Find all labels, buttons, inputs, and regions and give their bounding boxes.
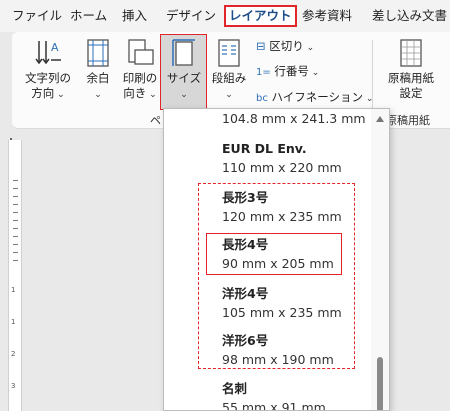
ruler-tick bbox=[13, 196, 18, 197]
manuscript-label-1: 原稿用紙 bbox=[388, 71, 434, 85]
size-option-dimensions: 105 mm x 235 mm bbox=[222, 305, 342, 320]
text-direction-label-2: 方向 bbox=[31, 86, 55, 100]
text-direction-button[interactable]: A 文字列の 方向 ⌄ bbox=[22, 38, 74, 103]
line-numbers-label: 行番号 bbox=[274, 64, 309, 78]
size-button-content[interactable]: サイズ ⌄ bbox=[161, 38, 207, 103]
text-direction-label-1: 文字列の bbox=[25, 71, 71, 85]
manuscript-label-2: 設定 bbox=[399, 86, 423, 100]
size-option-name: EUR DL Env. bbox=[222, 141, 307, 156]
orientation-button[interactable]: 印刷の 向き ⌄ bbox=[120, 38, 160, 103]
ruler-number: 1 bbox=[11, 286, 16, 294]
ruler-tick bbox=[13, 260, 18, 261]
group-label-page-setup: ペ bbox=[150, 114, 161, 127]
ruler-tick bbox=[13, 180, 18, 181]
group-label-manuscript: 原稿用紙 bbox=[386, 114, 430, 127]
size-option[interactable]: 104.8 mm x 241.3 mm bbox=[222, 109, 366, 128]
orientation-label-1: 印刷の bbox=[122, 71, 158, 85]
size-option-naga3[interactable]: 長形3号 120 mm x 235 mm bbox=[222, 188, 342, 226]
size-option-name: 長形4号 bbox=[222, 237, 269, 252]
page-size-dropdown: 104.8 mm x 241.3 mm EUR DL Env. 110 mm x… bbox=[163, 108, 390, 411]
chevron-down-icon: ⌄ bbox=[303, 43, 315, 53]
chevron-down-icon: ⌄ bbox=[94, 90, 102, 100]
margins-label: 余白 bbox=[86, 71, 110, 85]
text-direction-icon: A bbox=[35, 41, 61, 65]
hyphenation-label: ハイフネーション bbox=[271, 90, 364, 104]
hyphenation-button[interactable]: bc ハイフネーション ⌄ bbox=[256, 89, 373, 107]
size-option-name: 洋形4号 bbox=[222, 286, 269, 301]
size-option-name: 名刺 bbox=[222, 381, 248, 396]
hyphenation-icon: bc bbox=[256, 93, 268, 104]
orientation-label-2: 向き bbox=[123, 86, 147, 100]
breaks-button[interactable]: ⊟ 区切り ⌄ bbox=[256, 38, 314, 56]
ruler-tick bbox=[13, 188, 18, 189]
scrollbar-thumb[interactable] bbox=[377, 357, 383, 410]
columns-icon bbox=[218, 39, 240, 67]
size-option-dimensions: 90 mm x 205 mm bbox=[222, 256, 334, 271]
margins-button[interactable]: 余白 ⌄ bbox=[80, 38, 116, 103]
dropdown-scrollbar[interactable] bbox=[371, 109, 389, 410]
margins-icon bbox=[87, 39, 109, 67]
tab-home[interactable]: ホーム bbox=[70, 7, 107, 25]
line-numbers-button[interactable]: 1= 行番号 ⌄ bbox=[256, 63, 319, 81]
size-option-business-card[interactable]: 名刺 55 mm x 91 mm bbox=[222, 379, 326, 411]
ruler-tick bbox=[13, 252, 18, 253]
size-option-dimensions: 104.8 mm x 241.3 mm bbox=[222, 111, 366, 126]
size-option-dimensions: 98 mm x 190 mm bbox=[222, 352, 334, 367]
ruler-tick bbox=[13, 244, 18, 245]
line-numbers-icon: 1= bbox=[256, 67, 271, 78]
chevron-down-icon: ⌄ bbox=[54, 90, 65, 100]
size-option-dimensions: 55 mm x 91 mm bbox=[222, 400, 326, 411]
columns-button[interactable]: 段組み ⌄ bbox=[210, 38, 248, 103]
svg-text:A: A bbox=[51, 41, 59, 54]
ruler-tick bbox=[13, 236, 18, 237]
manuscript-paper-icon bbox=[400, 39, 422, 67]
ruler-tick bbox=[13, 212, 18, 213]
tab-mailings[interactable]: 差し込み文書 bbox=[372, 7, 447, 25]
ruler-number: 1 bbox=[11, 318, 16, 326]
breaks-icon: ⊟ bbox=[256, 39, 266, 53]
chevron-down-icon: ⌄ bbox=[225, 90, 233, 100]
size-option-you6[interactable]: 洋形6号 98 mm x 190 mm bbox=[222, 331, 334, 369]
size-option-you4[interactable]: 洋形4号 105 mm x 235 mm bbox=[222, 284, 342, 322]
manuscript-settings-button[interactable]: 原稿用紙 設定 bbox=[382, 38, 440, 101]
size-option-dimensions: 120 mm x 235 mm bbox=[222, 209, 342, 224]
size-option-name: 洋形6号 bbox=[222, 333, 269, 348]
size-option-eur-dl[interactable]: EUR DL Env. 110 mm x 220 mm bbox=[222, 139, 342, 177]
ribbon-tab-bar: ファイル ホーム 挿入 デザイン レイアウト 参考資料 差し込み文書 bbox=[0, 0, 450, 32]
chevron-down-icon: ⌄ bbox=[146, 90, 157, 100]
tab-layout[interactable]: レイアウト bbox=[224, 5, 297, 27]
ruler-tick bbox=[13, 228, 18, 229]
scroll-up-icon[interactable] bbox=[376, 116, 384, 122]
page-size-icon bbox=[172, 39, 195, 66]
columns-label: 段組み bbox=[211, 71, 247, 85]
tab-design[interactable]: デザイン bbox=[166, 7, 216, 25]
tab-insert[interactable]: 挿入 bbox=[122, 7, 147, 25]
ruler-number: 3 bbox=[11, 382, 16, 390]
size-option-name: 長形3号 bbox=[222, 190, 269, 205]
tab-references[interactable]: 参考資料 bbox=[302, 7, 352, 25]
size-option-dimensions: 110 mm x 220 mm bbox=[222, 160, 342, 175]
size-option-naga4[interactable]: 長形4号 90 mm x 205 mm bbox=[222, 235, 334, 273]
chevron-down-icon: ⌄ bbox=[180, 90, 188, 100]
chevron-down-icon: ⌄ bbox=[308, 68, 320, 78]
ruler-number: 2 bbox=[11, 350, 16, 358]
ruler-tick bbox=[13, 204, 18, 205]
vertical-ruler: 1 1 2 3 bbox=[8, 140, 22, 411]
orientation-icon bbox=[128, 39, 154, 65]
breaks-label: 区切り bbox=[269, 39, 304, 53]
ruler-tick bbox=[13, 220, 18, 221]
size-label: サイズ bbox=[166, 71, 202, 85]
tab-file[interactable]: ファイル bbox=[12, 7, 62, 25]
